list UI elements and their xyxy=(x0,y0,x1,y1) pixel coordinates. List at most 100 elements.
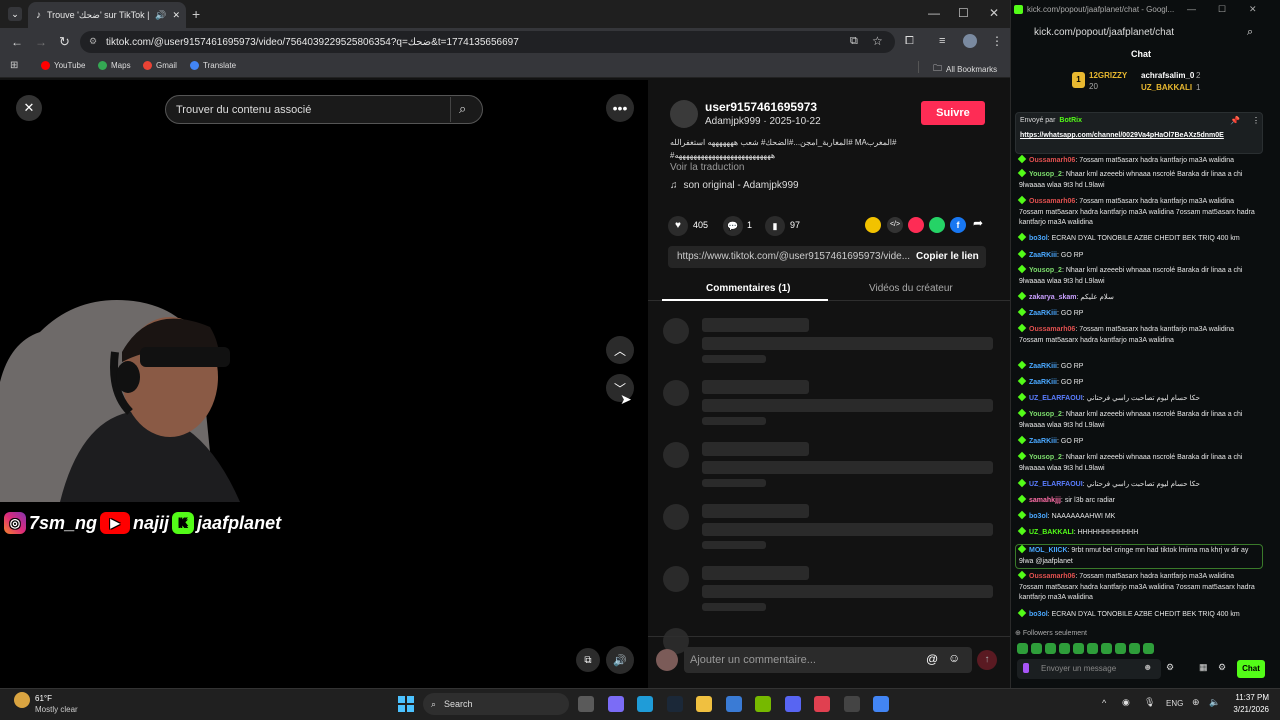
app-icon[interactable] xyxy=(843,696,860,712)
bookmark-maps[interactable]: Maps xyxy=(98,61,131,70)
creator-avatar[interactable] xyxy=(670,100,698,128)
close-window-button[interactable]: ✕ xyxy=(989,6,999,20)
embed-icon[interactable]: </> xyxy=(887,217,903,233)
mention-icon[interactable]: @ xyxy=(926,652,938,666)
tray-chevron-icon[interactable]: ^ xyxy=(1102,698,1106,708)
chat-settings-icon[interactable]: ⚙ xyxy=(1166,662,1174,673)
follow-button[interactable]: Suivre xyxy=(921,101,985,125)
chat-username[interactable]: ZaaRKiii xyxy=(1029,363,1057,370)
pip-button[interactable]: ⧉ xyxy=(576,648,600,672)
copilot-icon[interactable] xyxy=(607,696,624,712)
microphone-icon[interactable]: 🎙 xyxy=(1144,697,1155,708)
chat-username[interactable]: Oussamarh06 xyxy=(1029,157,1075,164)
save-icon[interactable]: ▮ xyxy=(765,216,785,236)
apps-icon[interactable]: ⊞ xyxy=(10,60,18,71)
top-gifter-1[interactable]: 12GRIZZY xyxy=(1089,71,1127,80)
audio-icon[interactable]: 🔊 xyxy=(155,10,166,21)
repost-icon[interactable] xyxy=(865,217,881,233)
chrome-icon[interactable] xyxy=(873,696,889,712)
kick-minimize-button[interactable]: — xyxy=(1187,4,1196,14)
nvidia-icon[interactable] xyxy=(755,696,771,712)
minimize-button[interactable]: — xyxy=(928,6,940,20)
bookmark-star-icon[interactable]: ☆ xyxy=(872,34,883,48)
search-icon[interactable]: ⌕ xyxy=(459,101,466,117)
like-icon[interactable]: ♥ xyxy=(668,216,688,236)
address-bar[interactable]: ⚙ tiktok.com/@user9157461695973/video/75… xyxy=(80,31,895,53)
bookmark-translate[interactable]: Translate xyxy=(190,61,236,70)
chat-username[interactable]: ZaaRKiii xyxy=(1029,252,1057,259)
whatsapp-icon[interactable] xyxy=(929,217,945,233)
chat-gift-icon[interactable]: ▦ xyxy=(1199,662,1208,673)
chat-username[interactable]: Yousop_2 xyxy=(1029,171,1062,178)
bookmark-gmail[interactable]: Gmail xyxy=(143,61,177,70)
top-gifter-2[interactable]: achrafsalim_0 xyxy=(1141,71,1194,80)
emote-icon[interactable] xyxy=(1045,643,1056,654)
chat-username[interactable]: samahkjjj xyxy=(1029,497,1061,504)
emote-icon[interactable] xyxy=(1087,643,1098,654)
reload-icon[interactable]: ↻ xyxy=(59,34,70,50)
tab-comments[interactable]: Commentaires (1) xyxy=(706,283,790,294)
tray-app-icon[interactable]: ◉ xyxy=(1122,697,1130,708)
new-tab-button[interactable]: + xyxy=(192,6,200,22)
top-gifter-3[interactable]: UZ_BAKKALI xyxy=(1141,83,1192,92)
extensions-icon[interactable]: ⧠ xyxy=(905,35,914,48)
translate-link[interactable]: Voir la traduction xyxy=(670,162,745,173)
tab-tiktok[interactable]: ♪ Trouve 'ضحك' sur TikTok | R 🔊 ✕ xyxy=(28,2,186,28)
profile-avatar[interactable] xyxy=(963,34,977,48)
menu-icon[interactable]: ⋮ xyxy=(991,34,1003,48)
store-icon[interactable] xyxy=(725,696,742,712)
media-icon[interactable]: ≡ xyxy=(939,35,945,47)
chat-username[interactable]: ZaaRKiii xyxy=(1029,438,1057,445)
tab-creator-videos[interactable]: Vidéos du créateur xyxy=(869,283,953,294)
tab-list-button[interactable]: ⌄ xyxy=(8,7,22,21)
close-video-button[interactable]: ✕ xyxy=(16,95,42,121)
speaker-icon[interactable]: 🔈 xyxy=(1209,697,1220,708)
chat-username[interactable]: Oussamarh06 xyxy=(1029,573,1075,580)
maximize-button[interactable]: ☐ xyxy=(958,6,969,20)
chat-username[interactable]: UZ_ELARFAOUI xyxy=(1029,481,1083,488)
emote-icon[interactable] xyxy=(1017,643,1028,654)
all-bookmarks[interactable]: 🗀 All Bookmarks xyxy=(933,61,997,77)
chat-username[interactable]: Oussamarh06 xyxy=(1029,326,1075,333)
network-icon[interactable]: ⊕ xyxy=(1192,697,1200,708)
chat-username[interactable]: Yousop_2 xyxy=(1029,454,1062,461)
emote-icon[interactable] xyxy=(1143,643,1154,654)
chat-emoji-icon[interactable]: ☻ xyxy=(1143,662,1152,672)
emote-icon[interactable] xyxy=(1073,643,1084,654)
chat-username[interactable]: MOL_KIICK xyxy=(1029,547,1068,554)
chat-username[interactable]: bo3ol xyxy=(1029,235,1048,242)
steam-icon[interactable] xyxy=(666,696,683,712)
comment-icon[interactable]: 💬 xyxy=(723,216,743,236)
kick-search-icon[interactable]: ⌕ xyxy=(1247,26,1253,39)
windows-start-icon[interactable] xyxy=(398,696,414,712)
chat-username[interactable]: bo3ol xyxy=(1029,611,1048,618)
creator-username[interactable]: user9157461695973 xyxy=(705,100,817,114)
more-options-button[interactable]: ••• xyxy=(606,94,634,122)
task-view-icon[interactable] xyxy=(578,696,594,712)
emote-icon[interactable] xyxy=(1031,643,1042,654)
forward-icon[interactable]: → xyxy=(35,35,47,49)
taskbar-search[interactable]: ⌕ Search xyxy=(423,693,569,715)
emote-icon[interactable] xyxy=(1129,643,1140,654)
share-icon[interactable]: ➦ xyxy=(973,216,983,230)
chat-username[interactable]: UZ_BAKKALI xyxy=(1029,529,1074,536)
chat-username[interactable]: ZaaRKiii xyxy=(1029,310,1057,317)
chat-message-input[interactable]: Envoyer un message xyxy=(1017,659,1161,679)
emoji-icon[interactable]: ☺ xyxy=(948,651,960,665)
kick-maximize-button[interactable]: ☐ xyxy=(1218,4,1226,15)
clock-date[interactable]: 3/21/2026 xyxy=(1229,705,1269,714)
chat-options-icon[interactable]: ⚙ xyxy=(1218,662,1226,673)
emote-icon[interactable] xyxy=(1101,643,1112,654)
pin-icon[interactable]: 📌 xyxy=(1230,116,1240,125)
discord-icon[interactable] xyxy=(784,696,801,712)
chat-username[interactable]: Oussamarh06 xyxy=(1029,198,1075,205)
language-indicator[interactable]: ENG xyxy=(1166,699,1183,708)
post-comment-button[interactable]: ↑ xyxy=(977,650,997,670)
chat-send-button[interactable]: Chat xyxy=(1237,660,1265,678)
kick-close-button[interactable]: ✕ xyxy=(1249,4,1257,15)
site-info-icon[interactable]: ⚙ xyxy=(89,36,97,47)
volume-button[interactable]: 🔊 xyxy=(606,646,634,674)
file-explorer-icon[interactable] xyxy=(696,696,712,712)
install-icon[interactable]: ⧉ xyxy=(850,35,858,48)
tab-close-icon[interactable]: ✕ xyxy=(172,10,180,21)
